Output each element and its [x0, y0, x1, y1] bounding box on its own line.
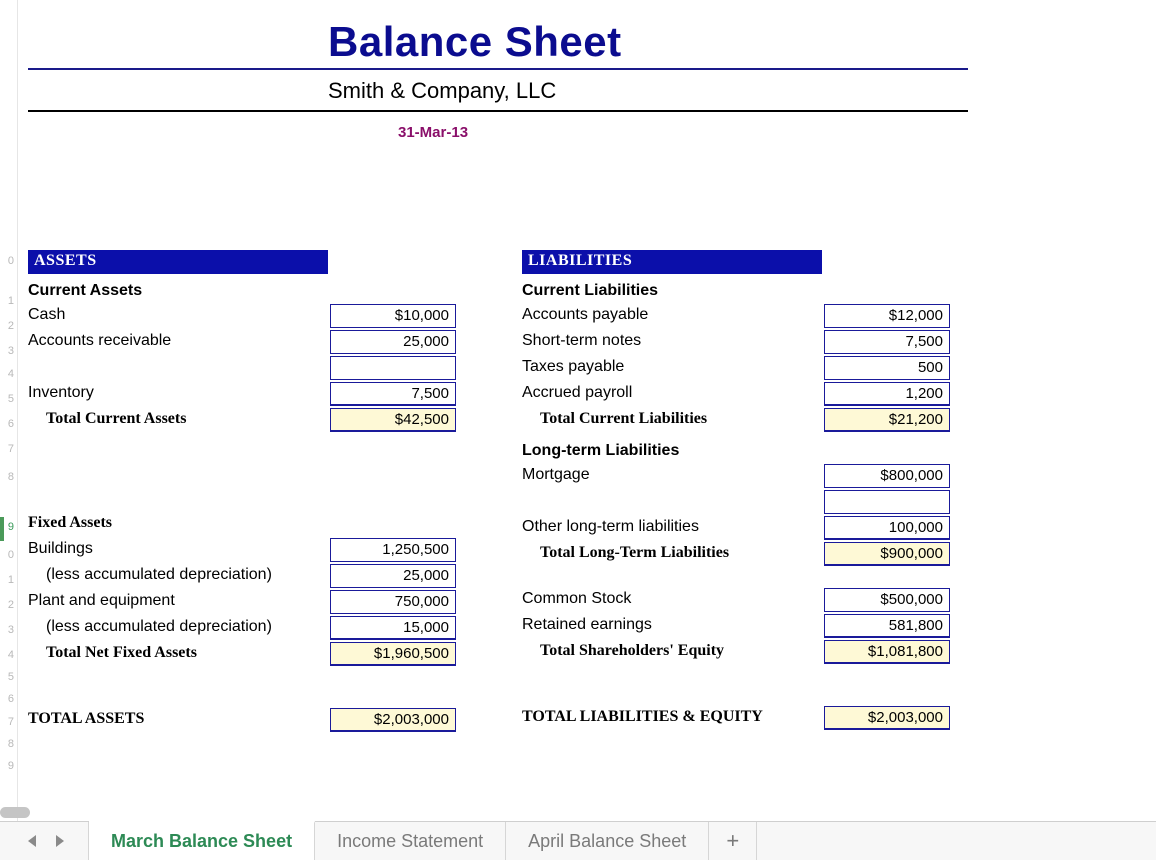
row-number: 6	[0, 418, 14, 430]
ap-label: Accounts payable	[522, 306, 648, 324]
payroll-label: Accrued payroll	[522, 384, 632, 402]
buildings-label: Buildings	[28, 540, 93, 558]
other-lt-value[interactable]: 100,000	[824, 516, 950, 540]
row-number: 2	[0, 599, 14, 611]
page-title: Balance Sheet	[328, 18, 1156, 66]
ar-value[interactable]: 25,000	[330, 330, 456, 354]
scroll-thumb[interactable]	[0, 807, 30, 818]
row-number: 6	[0, 693, 14, 705]
worksheet-area[interactable]: Balance Sheet Smith & Company, LLC 31-Ma…	[28, 0, 1156, 821]
buildings-depreciation-label: (less accumulated depreciation)	[46, 566, 272, 584]
total-lt-liab-label: Total Long-Term Liabilities	[540, 544, 729, 562]
row-number: 0	[0, 255, 14, 267]
long-term-liab-subhead: Long-term Liabilities	[522, 434, 952, 464]
assets-column: ASSETS Current Assets Cash $10,000 Accou…	[28, 250, 458, 734]
retained-earnings-value[interactable]: 581,800	[824, 614, 950, 638]
sheet-date: 31-Mar-13	[398, 124, 1156, 141]
horizontal-scrollbar[interactable]	[0, 803, 40, 821]
total-current-assets-value[interactable]: $42,500	[330, 408, 456, 432]
plant-value[interactable]: 750,000	[330, 590, 456, 614]
total-lt-liab-value[interactable]: $900,000	[824, 542, 950, 566]
total-current-liab-value[interactable]: $21,200	[824, 408, 950, 432]
total-current-assets-label: Total Current Assets	[46, 410, 186, 428]
assets-header: ASSETS	[28, 250, 328, 274]
cash-value[interactable]: $10,000	[330, 304, 456, 328]
row-number: 7	[0, 443, 14, 455]
total-net-fixed-value[interactable]: $1,960,500	[330, 642, 456, 666]
total-equity-label: Total Shareholders' Equity	[540, 642, 724, 660]
sheet-tab-bar: March Balance Sheet Income Statement Apr…	[0, 821, 1156, 860]
blank-value[interactable]	[330, 356, 456, 380]
row-number: 3	[0, 345, 14, 357]
add-sheet-button[interactable]: +	[709, 822, 757, 860]
plant-depreciation-label: (less accumulated depreciation)	[46, 618, 272, 636]
mortgage-value[interactable]: $800,000	[824, 464, 950, 488]
plant-label: Plant and equipment	[28, 592, 175, 610]
common-stock-value[interactable]: $500,000	[824, 588, 950, 612]
title-underline	[28, 68, 968, 70]
row-number: 1	[0, 295, 14, 307]
row-number-selected: 9	[0, 521, 14, 533]
mortgage-label: Mortgage	[522, 466, 590, 484]
cash-label: Cash	[28, 306, 65, 324]
stn-label: Short-term notes	[522, 332, 641, 350]
liabilities-column: LIABILITIES Current Liabilities Accounts…	[522, 250, 952, 732]
tab-income-statement[interactable]: Income Statement	[315, 822, 506, 860]
tab-nav-arrows	[0, 822, 89, 860]
row-number: 9	[0, 760, 14, 772]
ap-value[interactable]: $12,000	[824, 304, 950, 328]
stn-value[interactable]: 7,500	[824, 330, 950, 354]
tab-next-icon[interactable]	[54, 834, 66, 848]
row-number: 4	[0, 649, 14, 661]
taxes-label: Taxes payable	[522, 358, 624, 376]
total-liab-equity-value[interactable]: $2,003,000	[824, 706, 950, 730]
company-name: Smith & Company, LLC	[328, 78, 1156, 104]
current-assets-subhead: Current Assets	[28, 274, 458, 304]
row-number: 5	[0, 671, 14, 683]
company-underline	[28, 110, 968, 112]
retained-earnings-label: Retained earnings	[522, 616, 652, 634]
ar-label: Accounts receivable	[28, 332, 171, 350]
tab-march-balance-sheet[interactable]: March Balance Sheet	[89, 821, 315, 860]
taxes-value[interactable]: 500	[824, 356, 950, 380]
total-current-liab-label: Total Current Liabilities	[540, 410, 707, 428]
liabilities-header: LIABILITIES	[522, 250, 822, 274]
row-number: 7	[0, 716, 14, 728]
common-stock-label: Common Stock	[522, 590, 631, 608]
blank-lt-value[interactable]	[824, 490, 950, 514]
current-liabilities-subhead: Current Liabilities	[522, 274, 952, 304]
row-number: 8	[0, 738, 14, 750]
row-number: 1	[0, 574, 14, 586]
row-number: 5	[0, 393, 14, 405]
row-number: 0	[0, 549, 14, 561]
total-assets-value[interactable]: $2,003,000	[330, 708, 456, 732]
row-number: 3	[0, 624, 14, 636]
total-assets-label: TOTAL ASSETS	[28, 710, 144, 728]
buildings-depreciation-value[interactable]: 25,000	[330, 564, 456, 588]
row-number: 4	[0, 368, 14, 380]
payroll-value[interactable]: 1,200	[824, 382, 950, 406]
row-number: 2	[0, 320, 14, 332]
inventory-label: Inventory	[28, 384, 94, 402]
total-equity-value[interactable]: $1,081,800	[824, 640, 950, 664]
tab-april-balance-sheet[interactable]: April Balance Sheet	[506, 822, 709, 860]
row-number: 8	[0, 471, 14, 483]
other-lt-label: Other long-term liabilities	[522, 518, 699, 536]
plant-depreciation-value[interactable]: 15,000	[330, 616, 456, 640]
row-gutter: 0 1 2 3 4 5 6 7 8 9 0 1 2 3 4 5 6 7 8 9	[0, 0, 18, 821]
total-net-fixed-label: Total Net Fixed Assets	[46, 644, 197, 662]
tab-prev-icon[interactable]	[26, 834, 38, 848]
total-liab-equity-label: TOTAL LIABILITIES & EQUITY	[522, 708, 763, 726]
fixed-assets-subhead: Fixed Assets	[28, 514, 112, 532]
buildings-value[interactable]: 1,250,500	[330, 538, 456, 562]
inventory-value[interactable]: 7,500	[330, 382, 456, 406]
